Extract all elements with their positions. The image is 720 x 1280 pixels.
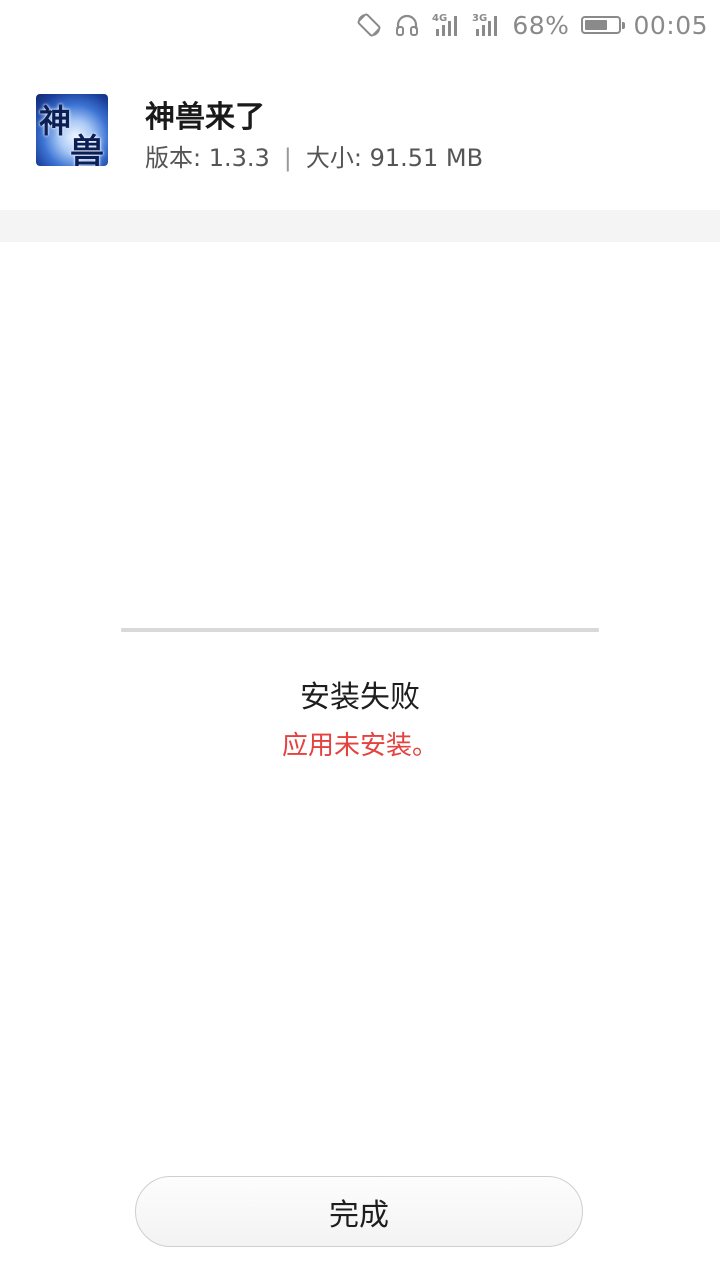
signal-4g-label: 4G [432,13,447,24]
result-title: 安装失败 [300,680,420,715]
install-result-screen: 4G 3G 68% 00:05 神 兽 神兽来了 版本: 1.3.3 | 大小:… [0,0,720,1280]
done-button[interactable]: 完成 [135,1176,583,1247]
signal-4g-icon: 4G [432,10,460,40]
screen-rotation-icon [356,10,382,40]
app-name: 神兽来了 [145,100,265,135]
status-time: 00:05 [633,10,708,40]
battery-percentage: 68% [512,10,570,40]
result-detail: 应用未安装。 [281,731,438,761]
battery-icon [581,16,626,34]
install-progress-bar [121,628,599,632]
signal-3g-label: 3G [472,13,487,24]
app-version: 版本: 1.3.3 [145,144,270,172]
meta-separator: | [283,144,292,172]
status-bar: 4G 3G 68% 00:05 [0,0,720,50]
app-icon-char-1: 神 [39,102,72,140]
app-meta: 版本: 1.3.3 | 大小: 91.51 MB [145,138,483,173]
app-size: 大小: 91.51 MB [305,144,484,172]
app-header: 神 兽 神兽来了 版本: 1.3.3 | 大小: 91.51 MB [0,80,720,190]
battery-level-fill [585,20,608,30]
app-icon: 神 兽 [36,94,108,166]
app-icon-char-2: 兽 [70,132,104,166]
headphones-icon [394,10,420,40]
signal-3g-icon: 3G [472,10,500,40]
section-divider [0,210,720,242]
